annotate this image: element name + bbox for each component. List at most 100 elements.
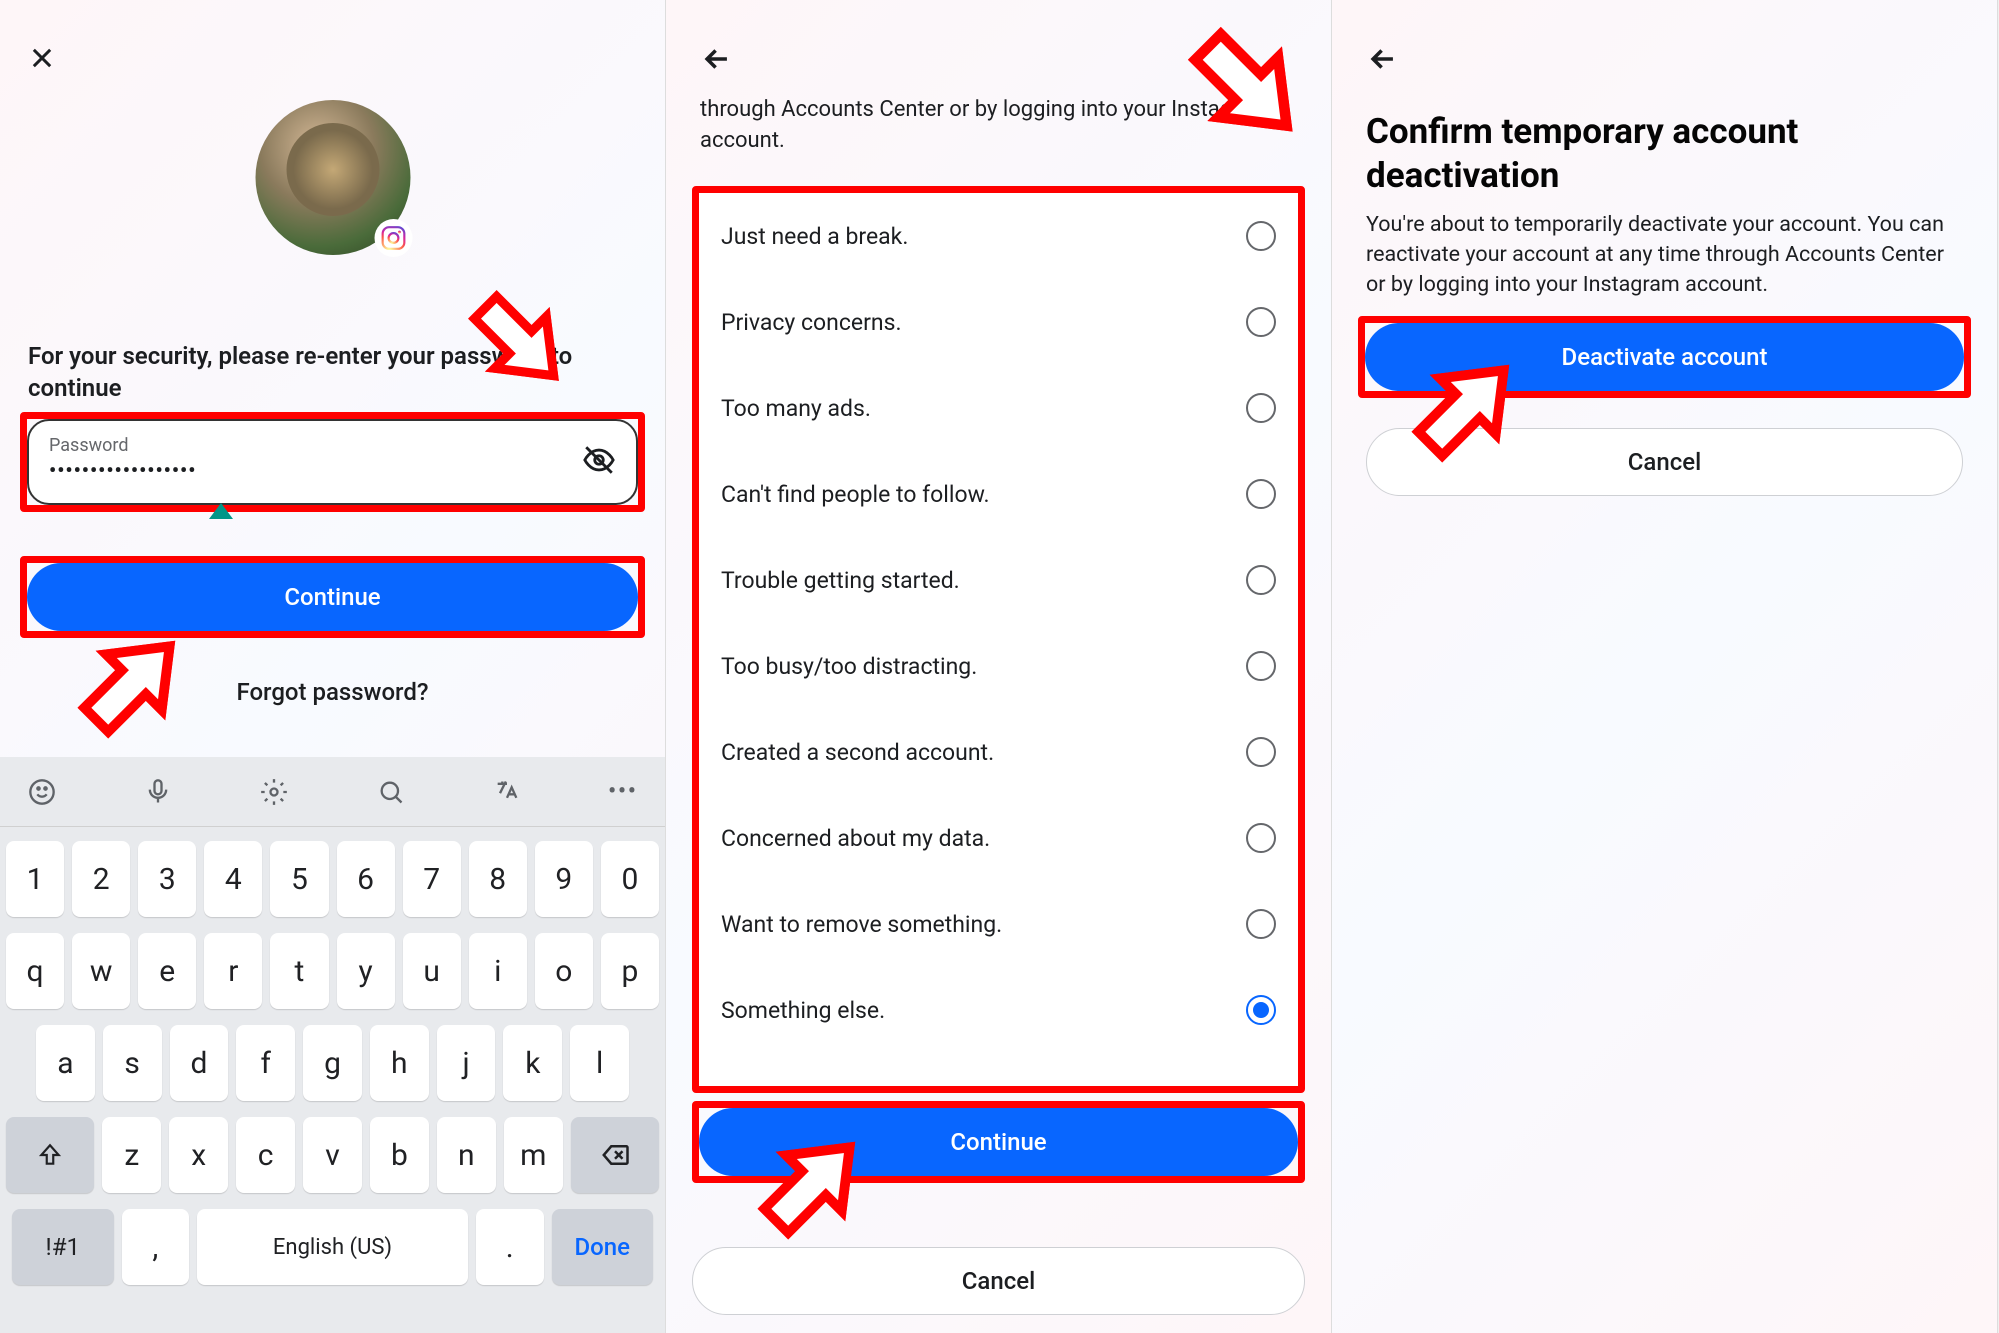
continue-highlight: Continue (20, 556, 645, 638)
on-screen-keyboard: ••• 1234567890 qwertyuiop asdfghjkl zxcv… (0, 757, 665, 1333)
settings-icon[interactable] (246, 764, 302, 820)
reason-option[interactable]: Trouble getting started. (699, 537, 1298, 623)
key-l[interactable]: l (570, 1025, 629, 1101)
key-7[interactable]: 7 (403, 841, 461, 917)
key-q[interactable]: q (6, 933, 64, 1009)
password-input[interactable]: Password •••••••••••••••••• (27, 419, 638, 505)
key-f[interactable]: f (236, 1025, 295, 1101)
key-i[interactable]: i (469, 933, 527, 1009)
key-n[interactable]: n (437, 1117, 496, 1193)
page-title: Confirm temporary account deactivation (1366, 110, 1963, 198)
comma-key[interactable]: , (122, 1209, 190, 1285)
key-e[interactable]: e (138, 933, 196, 1009)
key-d[interactable]: d (170, 1025, 229, 1101)
key-s[interactable]: s (103, 1025, 162, 1101)
radio-icon[interactable] (1246, 995, 1276, 1025)
reason-option[interactable]: Created a second account. (699, 709, 1298, 795)
search-icon[interactable] (363, 764, 419, 820)
reason-option[interactable]: Too busy/too distracting. (699, 623, 1298, 709)
key-0[interactable]: 0 (601, 841, 659, 917)
key-r[interactable]: r (204, 933, 262, 1009)
screen-password: For your security, please re-enter your … (0, 0, 666, 1333)
cancel-button[interactable]: Cancel (1366, 428, 1963, 496)
emoji-icon[interactable] (14, 764, 70, 820)
key-u[interactable]: u (403, 933, 461, 1009)
reason-option[interactable]: Too many ads. (699, 365, 1298, 451)
key-b[interactable]: b (370, 1117, 429, 1193)
spacebar-key[interactable]: English (US) (197, 1209, 468, 1285)
radio-icon[interactable] (1246, 393, 1276, 423)
text-cursor-indicator (209, 503, 233, 519)
key-m[interactable]: m (504, 1117, 563, 1193)
translate-icon[interactable] (479, 764, 535, 820)
radio-icon[interactable] (1246, 565, 1276, 595)
key-3[interactable]: 3 (138, 841, 196, 917)
forgot-password-link[interactable]: Forgot password? (0, 678, 665, 706)
reason-option[interactable]: Something else. (699, 967, 1298, 1053)
key-9[interactable]: 9 (535, 841, 593, 917)
header-description: through Accounts Center or by logging in… (700, 95, 1297, 157)
key-c[interactable]: c (236, 1117, 295, 1193)
reason-label: Want to remove something. (721, 911, 1002, 938)
key-1[interactable]: 1 (6, 841, 64, 917)
key-2[interactable]: 2 (72, 841, 130, 917)
radio-icon[interactable] (1246, 221, 1276, 251)
reason-label: Created a second account. (721, 739, 994, 766)
key-4[interactable]: 4 (204, 841, 262, 917)
reason-label: Something else. (721, 997, 885, 1024)
radio-icon[interactable] (1246, 479, 1276, 509)
back-icon[interactable] (1366, 42, 1400, 80)
key-j[interactable]: j (437, 1025, 496, 1101)
page-description: You're about to temporarily deactivate y… (1366, 210, 1963, 300)
key-y[interactable]: y (337, 933, 395, 1009)
screen-confirm: Confirm temporary account deactivation Y… (1332, 0, 1998, 1333)
close-icon[interactable] (28, 42, 56, 80)
key-8[interactable]: 8 (469, 841, 527, 917)
key-v[interactable]: v (303, 1117, 362, 1193)
cancel-wrap: Cancel (692, 1247, 1305, 1315)
radio-icon[interactable] (1246, 823, 1276, 853)
deactivate-button[interactable]: Deactivate account (1365, 323, 1964, 391)
key-t[interactable]: t (270, 933, 328, 1009)
key-g[interactable]: g (303, 1025, 362, 1101)
radio-icon[interactable] (1246, 651, 1276, 681)
key-k[interactable]: k (503, 1025, 562, 1101)
password-value: •••••••••••••••••• (49, 458, 616, 482)
continue-button[interactable]: Continue (27, 563, 638, 631)
instagram-badge-icon (374, 219, 412, 257)
cancel-wrap: Cancel (1366, 428, 1963, 496)
reason-option[interactable]: Concerned about my data. (699, 795, 1298, 881)
toggle-visibility-icon[interactable] (582, 443, 616, 481)
done-key[interactable]: Done (552, 1209, 654, 1285)
continue-highlight: Continue (692, 1101, 1305, 1183)
security-prompt: For your security, please re-enter your … (28, 340, 637, 405)
password-highlight: Password •••••••••••••••••• (20, 412, 645, 512)
radio-icon[interactable] (1246, 909, 1276, 939)
key-z[interactable]: z (102, 1117, 161, 1193)
reason-label: Too busy/too distracting. (721, 653, 977, 680)
key-h[interactable]: h (370, 1025, 429, 1101)
key-o[interactable]: o (535, 933, 593, 1009)
reasons-highlight: Just need a break.Privacy concerns.Too m… (692, 186, 1305, 1093)
key-a[interactable]: a (36, 1025, 95, 1101)
key-5[interactable]: 5 (270, 841, 328, 917)
reason-option[interactable]: Just need a break. (699, 193, 1298, 279)
key-6[interactable]: 6 (337, 841, 395, 917)
backspace-key[interactable] (571, 1117, 659, 1193)
radio-icon[interactable] (1246, 737, 1276, 767)
mic-icon[interactable] (130, 764, 186, 820)
key-x[interactable]: x (169, 1117, 228, 1193)
period-key[interactable]: . (476, 1209, 544, 1285)
radio-icon[interactable] (1246, 307, 1276, 337)
symbols-key[interactable]: !#1 (12, 1209, 114, 1285)
back-icon[interactable] (700, 42, 734, 80)
reason-option[interactable]: Privacy concerns. (699, 279, 1298, 365)
cancel-button[interactable]: Cancel (692, 1247, 1305, 1315)
key-w[interactable]: w (72, 933, 130, 1009)
reason-option[interactable]: Want to remove something. (699, 881, 1298, 967)
shift-key[interactable] (6, 1117, 94, 1193)
key-p[interactable]: p (601, 933, 659, 1009)
more-icon[interactable]: ••• (595, 764, 651, 820)
reason-option[interactable]: Can't find people to follow. (699, 451, 1298, 537)
continue-button[interactable]: Continue (699, 1108, 1298, 1176)
